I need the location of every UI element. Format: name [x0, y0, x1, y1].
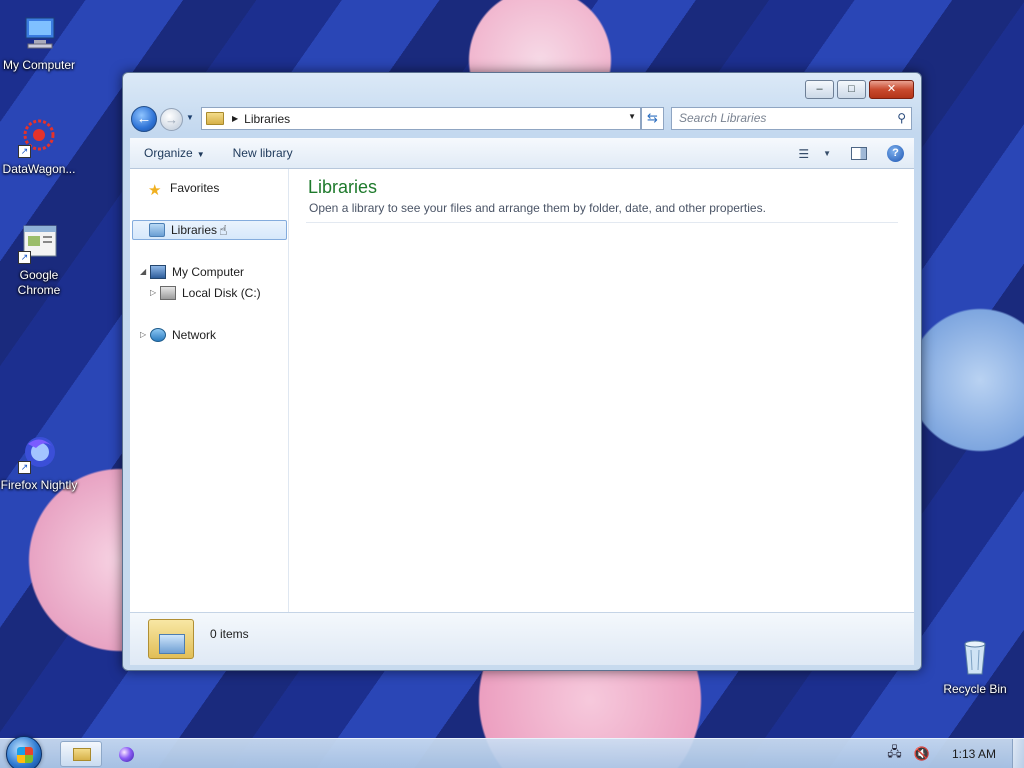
- start-button[interactable]: [6, 736, 42, 768]
- local-disk-icon: [160, 286, 176, 300]
- window-caption-buttons: – □ ✕: [805, 80, 914, 99]
- computer-icon: [18, 12, 60, 54]
- address-dropdown-icon[interactable]: ▼: [628, 112, 636, 121]
- search-placeholder: Search Libraries: [679, 111, 767, 125]
- breadcrumb-chevron-icon[interactable]: ▶: [232, 114, 238, 123]
- page-title: Libraries: [308, 177, 378, 197]
- collapsed-triangle-icon[interactable]: ▷: [140, 325, 150, 345]
- collapsed-triangle-icon[interactable]: ▷: [150, 283, 160, 303]
- shortcut-arrow-icon: ↗: [18, 461, 31, 474]
- hand-cursor-icon: ☝: [219, 222, 228, 238]
- command-bar: Organize ▼ New library ☰ ▼ ?: [130, 138, 914, 169]
- desktop-icon-label: My Computer: [2, 58, 76, 72]
- desktop-icon-datawagon[interactable]: ↗ DataWagon...: [0, 116, 78, 177]
- libraries-large-icon: [148, 619, 194, 659]
- volume-muted-icon[interactable]: 🔇: [914, 746, 930, 762]
- show-desktop-button[interactable]: [1012, 739, 1024, 768]
- refresh-icon: ⇆: [647, 110, 658, 125]
- forward-arrow-icon: →: [165, 112, 178, 127]
- desktop-icon-label: DataWagon...: [2, 162, 76, 176]
- refresh-button[interactable]: ⇆: [641, 107, 664, 130]
- navigation-pane[interactable]: ★ Favorites Libraries ☝ ◢ My Computer ▷ …: [130, 169, 289, 612]
- network-status-icon[interactable]: 🖧: [887, 743, 902, 765]
- navigation-bar: ← → ▼ ▶ Libraries ▼ ⇆ Search Libraries ⚲: [130, 106, 914, 132]
- explorer-folder-icon: [73, 748, 91, 761]
- new-library-label: New library: [232, 145, 293, 160]
- libraries-folder-icon: [149, 223, 165, 237]
- expanded-triangle-icon[interactable]: ◢: [140, 262, 150, 282]
- breadcrumb-libraries[interactable]: Libraries: [244, 112, 290, 126]
- shortcut-arrow-icon: ↗: [18, 145, 31, 158]
- nav-item-label: Network: [172, 328, 217, 342]
- content-pane[interactable]: Libraries Open a library to see your fil…: [290, 169, 914, 612]
- help-icon[interactable]: ?: [887, 145, 904, 162]
- star-icon: ★: [148, 182, 162, 199]
- computer-icon: [150, 265, 166, 279]
- items-count: 0 items: [210, 627, 249, 641]
- minimize-button[interactable]: –: [805, 80, 834, 99]
- system-tray: 🖧 🔇 1:13 AM: [887, 739, 1014, 768]
- recycle-bin-icon: [954, 636, 996, 678]
- divider: [306, 222, 898, 223]
- libraries-folder-icon: [206, 112, 224, 125]
- nav-item-libraries[interactable]: Libraries ☝: [132, 220, 287, 240]
- desktop-icon-my-computer[interactable]: My Computer: [0, 12, 78, 73]
- close-button[interactable]: ✕: [869, 80, 914, 99]
- firefox-nightly-icon: ↗: [18, 432, 60, 474]
- nav-item-label: Libraries: [171, 223, 218, 237]
- nav-item-label: Local Disk (C:): [182, 286, 261, 300]
- desktop-icon-recycle-bin[interactable]: Recycle Bin: [936, 636, 1014, 697]
- nav-item-favorites[interactable]: ★ Favorites: [148, 178, 220, 199]
- explorer-body: ★ Favorites Libraries ☝ ◢ My Computer ▷ …: [130, 169, 914, 612]
- chrome-window-icon: ↗: [18, 222, 60, 264]
- back-arrow-icon: ←: [136, 110, 152, 127]
- nav-item-label: My Computer: [172, 265, 245, 279]
- recent-pages-dropdown[interactable]: ▼: [186, 113, 194, 122]
- command-bar-right: ☰ ▼ ?: [798, 138, 904, 169]
- search-input[interactable]: Search Libraries ⚲: [671, 107, 912, 130]
- windows-logo-icon: [17, 747, 33, 763]
- nav-item-network[interactable]: ▷ Network: [140, 325, 216, 345]
- nav-item-local-disk[interactable]: ▷ Local Disk (C:): [150, 283, 261, 303]
- taskbar: 🖧 🔇 1:13 AM: [0, 736, 1024, 768]
- desktop-icon-label: Google Chrome: [17, 268, 61, 297]
- search-icon[interactable]: ⚲: [897, 108, 906, 129]
- clock[interactable]: 1:13 AM: [952, 747, 996, 761]
- view-list-icon: ☰: [798, 146, 810, 161]
- network-icon: [150, 328, 166, 342]
- new-library-button[interactable]: New library: [219, 138, 307, 169]
- organize-button[interactable]: Organize ▼: [130, 138, 219, 169]
- nav-item-label: Favorites: [170, 181, 220, 195]
- back-button[interactable]: ←: [131, 106, 157, 132]
- organize-label: Organize: [144, 145, 193, 160]
- chevron-down-icon: ▼: [196, 149, 205, 159]
- address-bar[interactable]: ▶ Libraries ▼: [201, 107, 641, 130]
- desktop-icon-label: Firefox Nightly: [0, 478, 78, 492]
- forward-button[interactable]: →: [160, 108, 183, 131]
- page-subtitle: Open a library to see your files and arr…: [309, 201, 766, 215]
- taskbar-firefox-button[interactable]: [108, 741, 146, 767]
- desktop-icon-google-chrome[interactable]: ↗ Google Chrome: [0, 222, 78, 298]
- nav-item-my-computer[interactable]: ◢ My Computer: [140, 262, 244, 282]
- preview-pane-icon[interactable]: [851, 147, 867, 160]
- desktop-icon-firefox-nightly[interactable]: ↗ Firefox Nightly: [0, 432, 78, 493]
- chevron-down-icon: ▼: [823, 149, 831, 158]
- details-pane: 0 items: [130, 612, 914, 665]
- desktop-icon-label: Recycle Bin: [943, 682, 1007, 696]
- taskbar-explorer-button[interactable]: [60, 741, 102, 767]
- datawagon-icon: ↗: [18, 116, 60, 158]
- firefox-icon: [119, 747, 134, 762]
- maximize-button[interactable]: □: [837, 80, 866, 99]
- chevron-down-icon: ▼: [186, 113, 194, 122]
- explorer-window[interactable]: – □ ✕ ← → ▼ ▶ Libraries ▼ ⇆ Search Libra…: [122, 72, 922, 671]
- change-view-button[interactable]: ☰ ▼: [798, 147, 831, 161]
- shortcut-arrow-icon: ↗: [18, 251, 31, 264]
